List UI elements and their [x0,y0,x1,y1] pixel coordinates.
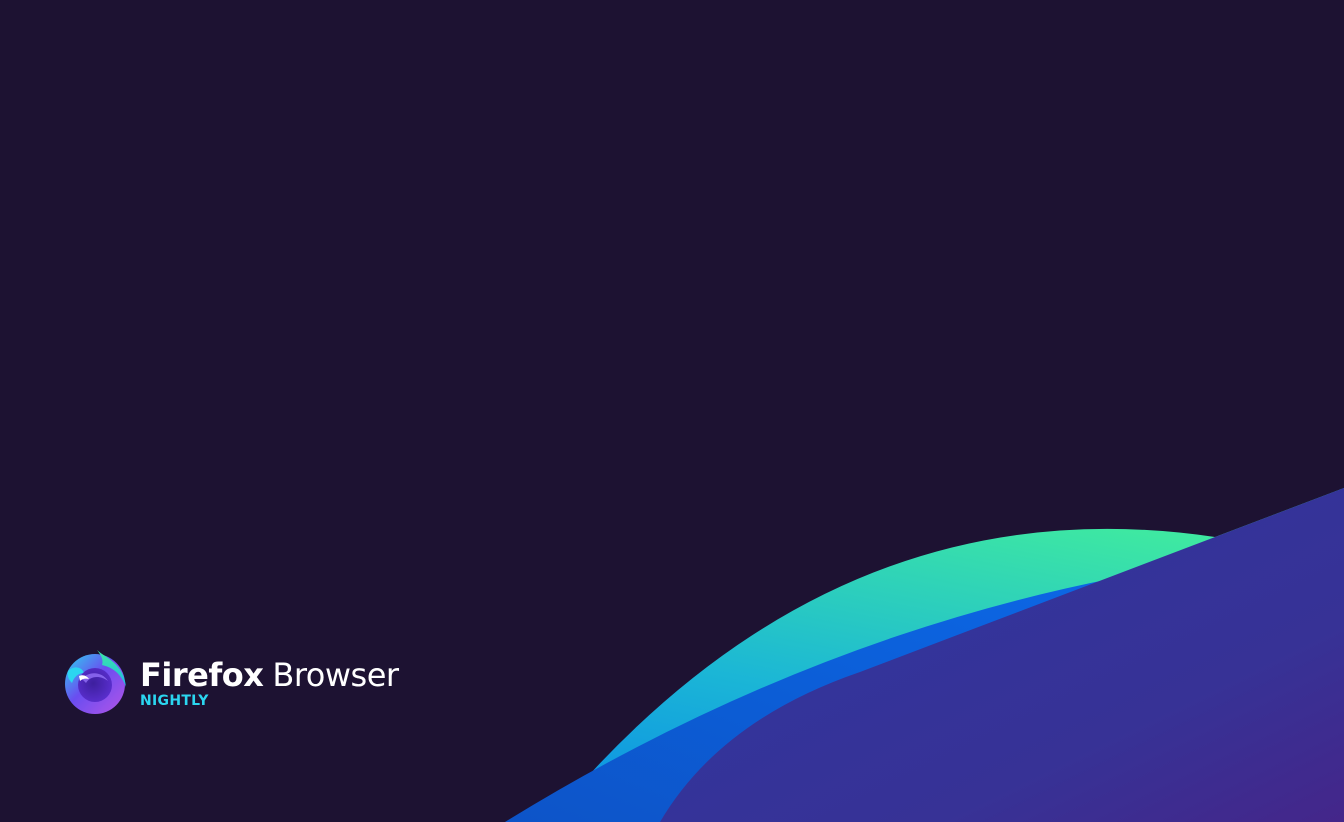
firefox-nightly-logo-icon [65,650,126,714]
brand-title: Firefox Browser [140,658,399,692]
wordmark: Firefox Browser NIGHTLY [140,658,399,709]
firefox-nightly-logo: Firefox Browser NIGHTLY [64,648,399,716]
release-channel-label: NIGHTLY [140,692,209,709]
brand-name-primary: Firefox [140,655,264,694]
brand-name-secondary: Browser [272,655,399,694]
splash-screen: Firefox Browser NIGHTLY [0,0,1344,822]
